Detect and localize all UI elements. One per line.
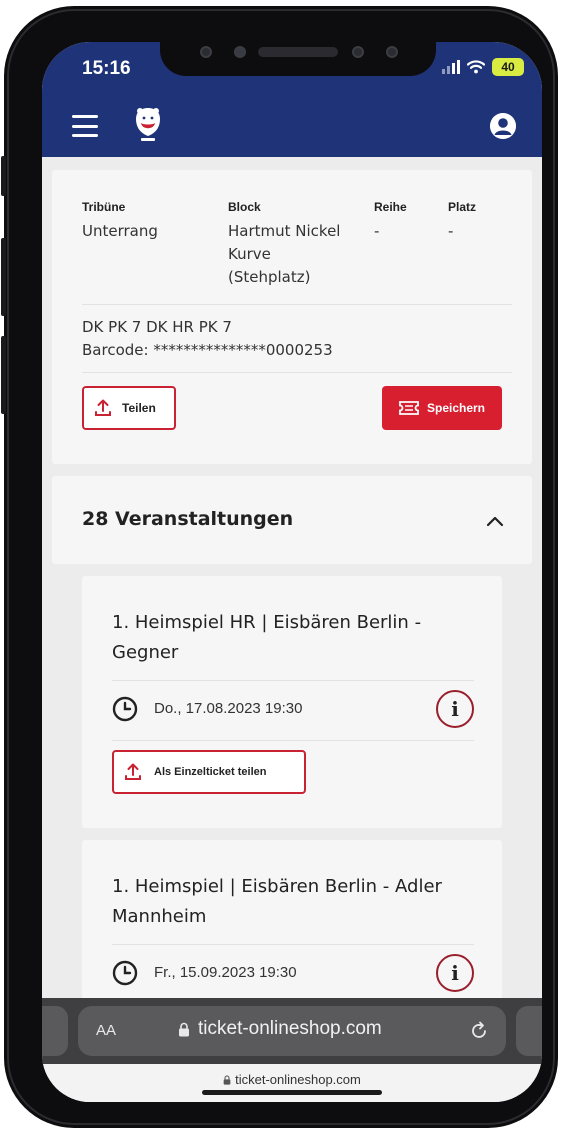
price-codes: DK PK 7 DK HR PK 7 [82,318,232,336]
battery-icon: 40 [492,58,524,76]
home-indicator[interactable] [202,1090,382,1095]
tribune-value: Unterrang [82,222,158,240]
app-header: 15:16 40 [42,42,542,157]
wifi-icon [467,60,485,74]
event-title: 1. Heimspiel HR | Eisbären Berlin - Gegn… [112,612,422,663]
address-bar[interactable]: AA ticket-onlineshop.com [78,1006,506,1056]
sensor-icon [200,46,212,58]
ticket-details-card: Tribüne Block Reihe Platz Unterrang Hart… [52,170,532,464]
status-icons: 40 [442,58,524,76]
save-button-label: Speichern [426,401,486,415]
barcode-text: Barcode: ***************0000253 [82,341,333,359]
divider [82,304,512,305]
browser-toolbar: AA ticket-onlineshop.com [42,998,542,1064]
clock-icon [112,960,138,986]
ticket-codes: DK PK 7 DK HR PK 7 Barcode: ************… [82,316,333,362]
block-value: Hartmut Nickel Kurve (Stehplatz) [228,222,341,286]
info-icon[interactable]: i [436,954,474,992]
event-date: Do., 17.08.2023 19:30 [154,700,303,717]
divider [112,680,474,681]
share-button[interactable]: Teilen [82,386,176,430]
seat-value: - [448,222,454,240]
polar-bear-crest-icon[interactable] [132,105,164,145]
volume-down-button [1,336,6,414]
reader-settings-button[interactable]: AA [96,1022,116,1039]
divider [112,740,474,741]
events-accordion-header[interactable]: 28 Veranstaltungen [52,476,532,564]
sensor-icon [234,46,246,58]
divider [112,944,474,945]
seat-label: Platz [448,200,477,214]
app-screen: 15:16 40 Tribüne Block Reihe Platz Unter… [42,42,542,1102]
ticket-icon [399,401,419,415]
info-icon[interactable]: i [436,690,474,728]
volume-up-button [1,238,6,316]
divider [82,372,512,373]
sensor-icon [386,46,398,58]
previous-tab-preview[interactable] [42,1006,68,1056]
bottom-url-strip: ticket-onlineshop.com [42,1064,542,1102]
phone-frame: 15:16 40 Tribüne Block Reihe Platz Unter… [1,6,558,1128]
earpiece-speaker [258,47,338,57]
bottom-url: ticket-onlineshop.com [42,1072,542,1087]
tribune-label: Tribüne [82,200,126,214]
row-value: - [374,222,380,240]
clock-icon [112,696,138,722]
lock-icon [179,1022,189,1036]
events-title: 28 Veranstaltungen [82,508,294,530]
chevron-up-icon [486,516,504,527]
front-camera-icon [352,46,364,58]
status-time: 15:16 [82,58,131,79]
share-upload-icon [125,763,141,780]
save-button[interactable]: Speichern [382,386,502,430]
signal-icon [442,60,460,74]
event-date: Fr., 15.09.2023 19:30 [154,964,297,981]
share-button-label: Teilen [122,401,156,415]
single-ticket-share-label: Als Einzelticket teilen [154,766,267,778]
hamburger-menu-icon[interactable] [72,115,98,137]
camera-notch [160,42,436,76]
next-tab-preview[interactable] [516,1006,542,1056]
share-upload-icon [95,399,111,416]
single-ticket-share-button[interactable]: Als Einzelticket teilen [112,750,306,794]
address-url: ticket-onlineshop.com [178,1018,382,1040]
row-label: Reihe [374,200,407,214]
block-label: Block [228,200,261,214]
event-card: 1. Heimspiel HR | Eisbären Berlin - Gegn… [82,576,502,828]
mute-switch [1,156,6,196]
user-profile-icon[interactable] [490,113,516,139]
reload-icon[interactable] [468,1020,490,1042]
lock-icon [223,1075,231,1085]
event-title: 1. Heimspiel | Eisbären Berlin - Adler M… [112,876,442,927]
